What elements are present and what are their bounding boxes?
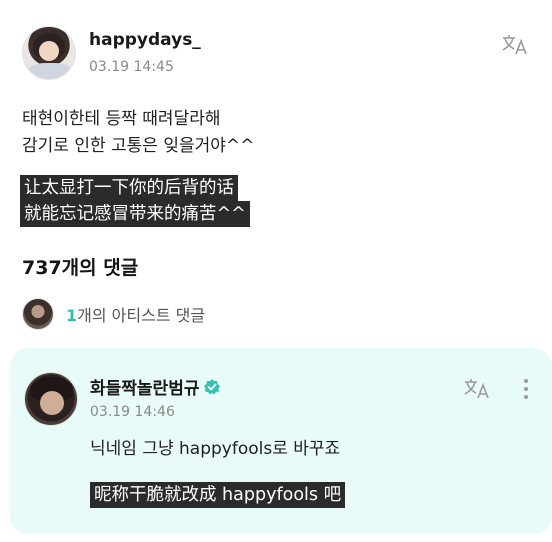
post-timestamp: 03.19 14:45	[89, 59, 174, 75]
artist-comment-card: 화들짝놀란범규 03.19 14:46 닉네임 그냥 happyfools로 바…	[10, 348, 552, 534]
post-author-name[interactable]: happydays_	[89, 30, 201, 50]
artist-comments-link[interactable]: 1개의 아티스트 댓글	[22, 298, 205, 330]
comment-author[interactable]: 화들짝놀란범규	[90, 374, 221, 399]
artist-avatar	[22, 298, 54, 330]
post-author-avatar[interactable]	[22, 26, 76, 80]
comment-timestamp: 03.19 14:46	[90, 404, 175, 420]
comment-author-avatar[interactable]	[24, 372, 78, 426]
post-subtitle: 让太显打一下你的后背的话 就能忘记感冒带来的痛苦^^	[20, 175, 250, 227]
subtitle-line: 昵称干脆就改成 happyfools 吧	[90, 482, 346, 508]
translate-icon[interactable]	[460, 374, 494, 404]
subtitle-line: 让太显打一下你的后背的话	[20, 175, 238, 201]
translate-icon[interactable]	[498, 30, 532, 60]
comment-author-name: 화들짝놀란범규	[90, 379, 200, 399]
post-body-line: 태현이한테 등짝 때려달라해	[22, 109, 221, 129]
artist-comments-label: 1개의 아티스트 댓글	[66, 302, 205, 326]
artist-comment-count: 1	[66, 306, 78, 325]
comment-count: 737개의 댓글	[22, 257, 139, 279]
post-header: happydays_ 03.19 14:45	[22, 24, 532, 80]
post-body: 태현이한테 등짝 때려달라해 감기로 인한 고통은 잊을거야^^	[22, 106, 254, 160]
comment-subtitle: 昵称干脆就改成 happyfools 吧	[90, 482, 346, 508]
subtitle-line: 就能忘记感冒带来的痛苦^^	[20, 201, 250, 227]
verified-badge-icon	[204, 378, 221, 394]
more-vertical-icon[interactable]	[516, 374, 536, 404]
post-body-line: 감기로 인한 고통은 잊을거야^^	[22, 136, 255, 156]
comment-text: 닉네임 그냥 happyfools로 바꾸죠	[90, 439, 341, 459]
artist-comment-text: 개의 아티스트 댓글	[77, 306, 206, 325]
